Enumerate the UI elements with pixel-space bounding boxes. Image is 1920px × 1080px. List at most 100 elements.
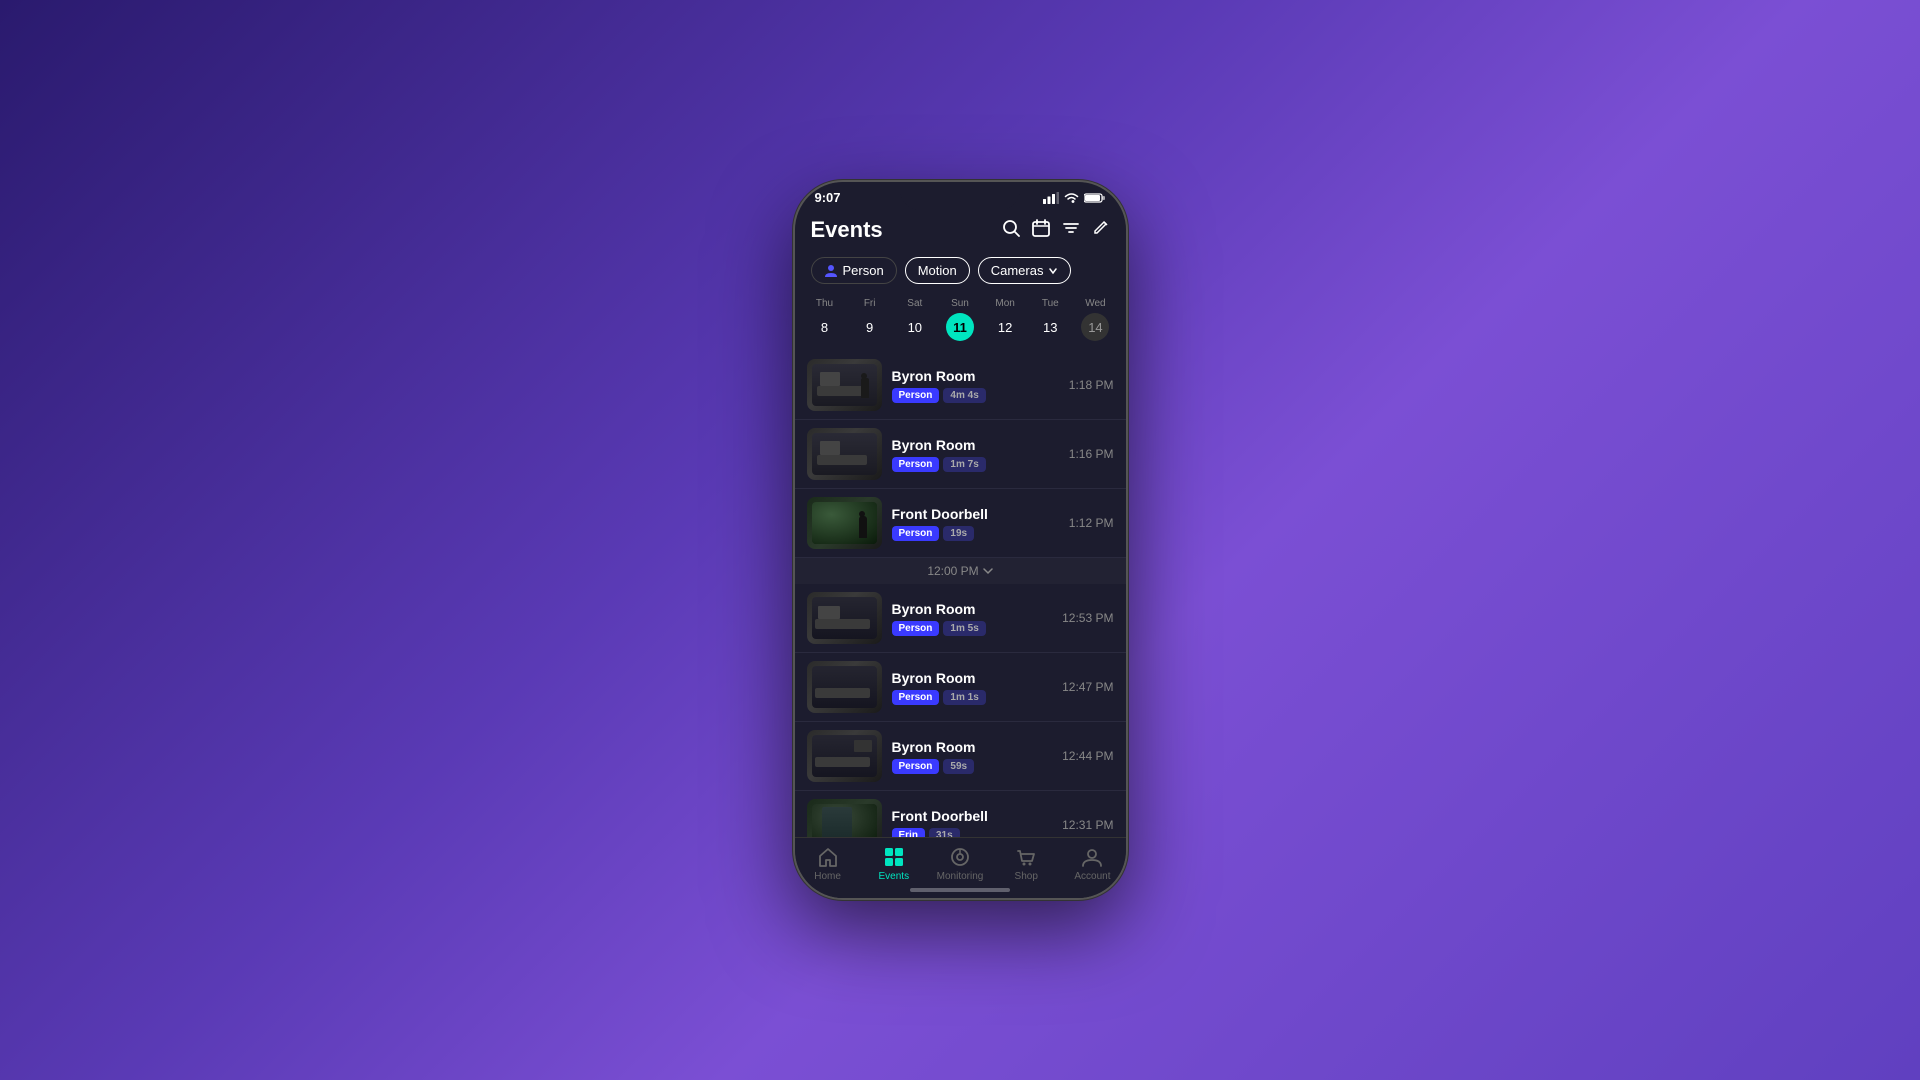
tag-duration-5: 1m 1s (943, 690, 985, 705)
tag-duration-6: 59s (943, 759, 974, 774)
search-icon[interactable] (1002, 219, 1020, 242)
event-thumb-5 (807, 661, 882, 713)
event-thumb-2 (807, 428, 882, 480)
status-time: 9:07 (815, 190, 841, 205)
event-tags-7: Erin 31s (892, 828, 1053, 838)
tag-person-3: Person (892, 526, 940, 541)
chevron-down-icon (1048, 266, 1058, 276)
event-time-7: 12:31 PM (1062, 818, 1113, 832)
nav-shop-label: Shop (1015, 871, 1038, 882)
filter-icon[interactable] (1062, 219, 1080, 242)
cal-day-tue[interactable]: Tue 13 (1036, 298, 1064, 341)
tag-person-6: Person (892, 759, 940, 774)
tag-duration-7: 31s (929, 828, 960, 838)
nav-shop[interactable]: Shop (993, 846, 1059, 882)
event-tags-5: Person 1m 1s (892, 690, 1053, 705)
calendar-row: Thu 8 Fri 9 Sat 10 Sun 11 Mon 12 (795, 294, 1126, 351)
nav-home-label: Home (814, 871, 841, 882)
event-camera-3: Front Doorbell (892, 506, 1059, 522)
event-thumb-6 (807, 730, 882, 782)
cal-day-wed[interactable]: Wed 14 (1081, 298, 1109, 341)
phone-frame: 9:07 (793, 180, 1128, 900)
filter-motion[interactable]: Motion (905, 257, 970, 284)
event-item-1[interactable]: Byron Room Person 4m 4s 1:18 PM (795, 351, 1126, 420)
event-time-1: 1:18 PM (1069, 378, 1114, 392)
battery-icon (1084, 192, 1106, 204)
event-camera-4: Byron Room (892, 601, 1053, 617)
home-icon (817, 846, 839, 868)
tag-person-1: Person (892, 388, 940, 403)
content: Events (795, 209, 1126, 898)
tag-duration-4: 1m 5s (943, 621, 985, 636)
event-item-4[interactable]: Byron Room Person 1m 5s 12:53 PM (795, 584, 1126, 653)
cal-day-fri[interactable]: Fri 9 (856, 298, 884, 341)
event-thumb-3 (807, 497, 882, 549)
event-info-1: Byron Room Person 4m 4s (892, 368, 1059, 403)
event-camera-1: Byron Room (892, 368, 1059, 384)
event-time-2: 1:16 PM (1069, 447, 1114, 461)
nav-account-label: Account (1074, 871, 1110, 882)
events-list: Byron Room Person 4m 4s 1:18 PM (795, 351, 1126, 837)
tag-person-5: Person (892, 690, 940, 705)
wifi-icon (1064, 192, 1079, 204)
event-item-2[interactable]: Byron Room Person 1m 7s 1:16 PM (795, 420, 1126, 489)
event-time-6: 12:44 PM (1062, 749, 1113, 763)
nav-monitoring[interactable]: Monitoring (927, 846, 993, 882)
nav-events[interactable]: Events (861, 846, 927, 882)
event-info-7: Front Doorbell Erin 31s (892, 808, 1053, 838)
events-icon (883, 846, 905, 868)
time-divider-label: 12:00 PM (927, 564, 992, 578)
cal-day-thu[interactable]: Thu 8 (811, 298, 839, 341)
monitoring-icon (949, 846, 971, 868)
event-info-6: Byron Room Person 59s (892, 739, 1053, 774)
event-info-4: Byron Room Person 1m 5s (892, 601, 1053, 636)
calendar-icon[interactable] (1032, 219, 1050, 242)
tag-duration-2: 1m 7s (943, 457, 985, 472)
event-tags-2: Person 1m 7s (892, 457, 1059, 472)
filter-person[interactable]: Person (811, 257, 897, 284)
status-icons (1043, 192, 1106, 204)
nav-monitoring-label: Monitoring (937, 871, 984, 882)
filter-cameras[interactable]: Cameras (978, 257, 1072, 284)
filter-cameras-label: Cameras (991, 263, 1044, 278)
event-item-6[interactable]: Byron Room Person 59s 12:44 PM (795, 722, 1126, 791)
home-indicator (910, 888, 1010, 892)
event-tags-3: Person 19s (892, 526, 1059, 541)
event-thumb-4 (807, 592, 882, 644)
edit-icon[interactable] (1092, 219, 1110, 242)
event-info-3: Front Doorbell Person 19s (892, 506, 1059, 541)
event-time-4: 12:53 PM (1062, 611, 1113, 625)
shop-icon (1015, 846, 1037, 868)
nav-account[interactable]: Account (1059, 846, 1125, 882)
event-tags-1: Person 4m 4s (892, 388, 1059, 403)
filter-person-label: Person (843, 263, 884, 278)
time-divider[interactable]: 12:00 PM (795, 558, 1126, 584)
cal-day-sun[interactable]: Sun 11 (946, 298, 974, 341)
nav-home[interactable]: Home (795, 846, 861, 882)
event-time-3: 1:12 PM (1069, 516, 1114, 530)
event-camera-7: Front Doorbell (892, 808, 1053, 824)
phone-inner: 9:07 (795, 182, 1126, 898)
nav-events-label: Events (879, 871, 910, 882)
header: Events (795, 209, 1126, 253)
event-item-3[interactable]: Front Doorbell Person 19s 1:12 PM (795, 489, 1126, 558)
notch (900, 182, 1020, 210)
event-thumb-7 (807, 799, 882, 837)
signal-icon (1043, 192, 1059, 204)
event-tags-6: Person 59s (892, 759, 1053, 774)
tag-person-4: Person (892, 621, 940, 636)
account-icon (1081, 846, 1103, 868)
tag-duration-1: 4m 4s (943, 388, 985, 403)
cal-day-mon[interactable]: Mon 12 (991, 298, 1019, 341)
event-time-5: 12:47 PM (1062, 680, 1113, 694)
event-item-7[interactable]: Front Doorbell Erin 31s 12:31 PM (795, 791, 1126, 837)
tag-erin-7: Erin (892, 828, 925, 838)
divider-chevron-icon (983, 567, 993, 575)
event-info-2: Byron Room Person 1m 7s (892, 437, 1059, 472)
event-camera-2: Byron Room (892, 437, 1059, 453)
event-item-5[interactable]: Byron Room Person 1m 1s 12:47 PM (795, 653, 1126, 722)
event-info-5: Byron Room Person 1m 1s (892, 670, 1053, 705)
cal-day-sat[interactable]: Sat 10 (901, 298, 929, 341)
filter-bar: Person Motion Cameras (795, 253, 1126, 294)
page-title: Events (811, 217, 883, 243)
